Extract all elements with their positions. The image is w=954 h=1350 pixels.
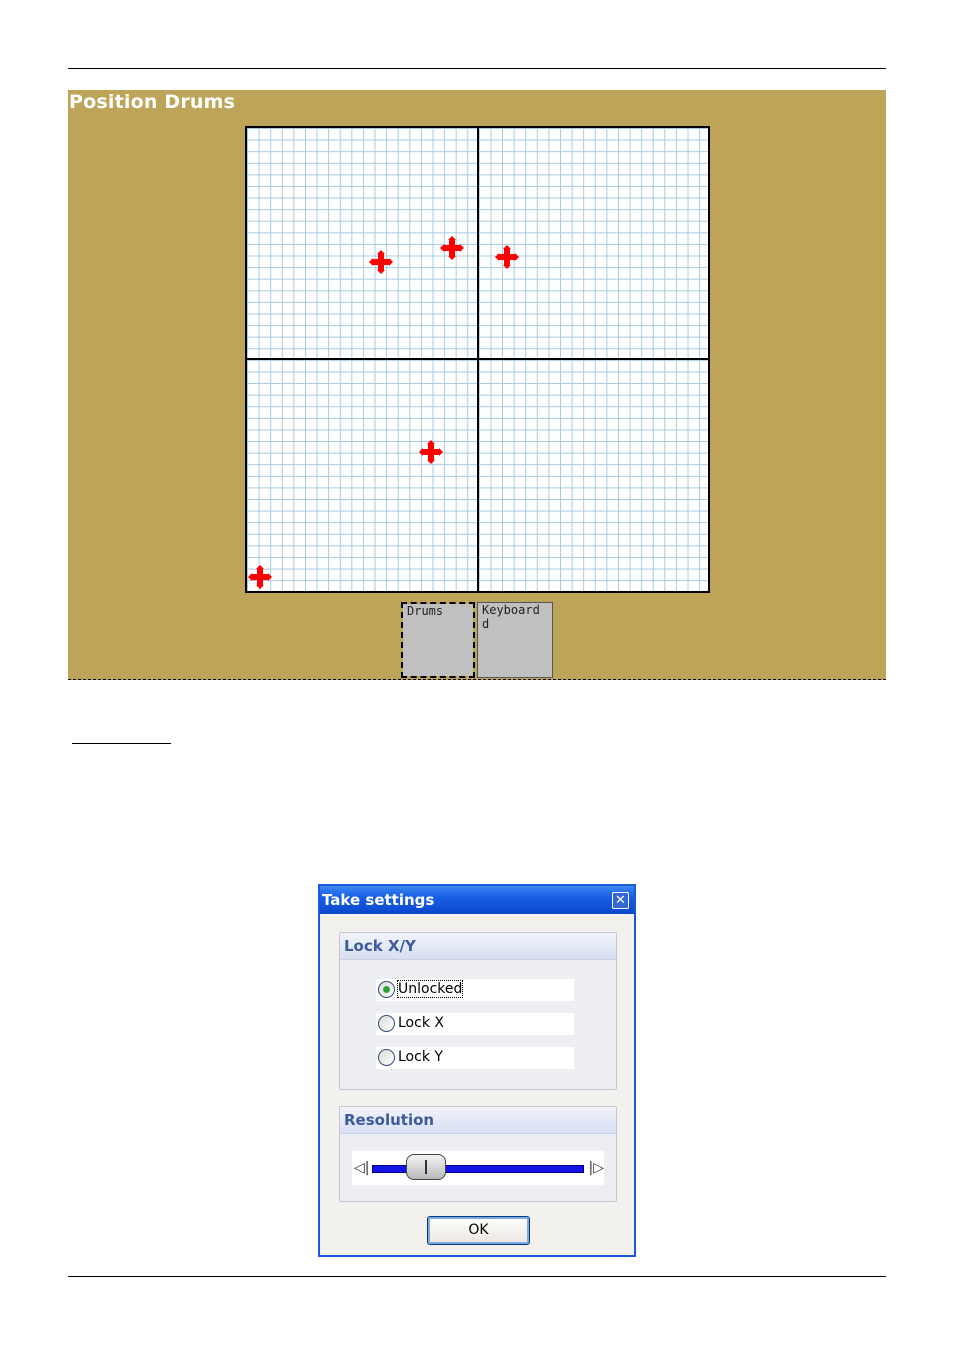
resolution-header: Resolution bbox=[340, 1107, 616, 1134]
take-settings-dialog: Take settings ✕ Lock X/Y Unlocked Lock X… bbox=[318, 884, 636, 1257]
tab-keyboard[interactable]: Keyboard d bbox=[477, 602, 553, 678]
dialog-body: Lock X/Y Unlocked Lock X Lock Y Resoluti… bbox=[320, 914, 634, 1255]
radio-lock-y-label: Lock Y bbox=[398, 1049, 443, 1065]
radio-lock-x[interactable]: Lock X bbox=[376, 1013, 574, 1035]
lock-xy-header: Lock X/Y bbox=[340, 933, 616, 960]
slider-left-arrow-icon[interactable]: ◁| bbox=[354, 1160, 369, 1176]
panel-title: Position Drums bbox=[69, 91, 236, 113]
drum-marker-4-icon[interactable] bbox=[419, 440, 444, 465]
radio-selected-dot bbox=[383, 986, 390, 993]
drum-marker-5-icon[interactable] bbox=[247, 565, 272, 590]
drum-marker-1-icon[interactable] bbox=[368, 250, 393, 275]
slider-track[interactable] bbox=[372, 1165, 584, 1173]
position-grid[interactable] bbox=[245, 126, 710, 593]
drum-marker-2-icon[interactable] bbox=[440, 236, 465, 261]
tab-keyboard-label: Keyboard d bbox=[482, 603, 540, 631]
dialog-title: Take settings bbox=[322, 891, 435, 909]
resolution-slider[interactable]: ◁| |▷ bbox=[352, 1151, 604, 1185]
short-underline bbox=[72, 743, 171, 744]
radio-lock-y[interactable]: Lock Y bbox=[376, 1047, 574, 1069]
radio-unlocked-label: Unlocked bbox=[396, 980, 464, 998]
dialog-title-bar[interactable]: Take settings ✕ bbox=[320, 886, 634, 914]
radio-lock-x-circle[interactable] bbox=[378, 1015, 395, 1032]
ok-button[interactable]: OK bbox=[427, 1216, 530, 1245]
horizontal-axis bbox=[247, 358, 708, 360]
tab-drums[interactable]: Drums bbox=[401, 602, 475, 678]
slider-right-arrow-icon[interactable]: |▷ bbox=[589, 1160, 604, 1176]
drum-marker-3-icon[interactable] bbox=[495, 244, 520, 269]
slider-thumb[interactable] bbox=[406, 1154, 446, 1180]
radio-lock-x-label: Lock X bbox=[398, 1015, 444, 1031]
radio-unlocked[interactable]: Unlocked bbox=[376, 979, 574, 1001]
radio-unlocked-circle[interactable] bbox=[378, 981, 395, 998]
position-drums-panel: Position Drums Drums Keyboard d bbox=[68, 90, 886, 680]
resolution-title: Resolution bbox=[344, 1111, 435, 1129]
resolution-group: Resolution ◁| |▷ bbox=[339, 1106, 617, 1202]
tab-drums-label: Drums bbox=[407, 604, 444, 618]
bottom-rule bbox=[68, 1276, 886, 1277]
lock-xy-title: Lock X/Y bbox=[344, 937, 416, 955]
radio-lock-y-circle[interactable] bbox=[378, 1049, 395, 1066]
lock-xy-group: Lock X/Y Unlocked Lock X Lock Y bbox=[339, 932, 617, 1090]
top-rule bbox=[68, 68, 886, 69]
close-icon[interactable]: ✕ bbox=[612, 892, 629, 909]
